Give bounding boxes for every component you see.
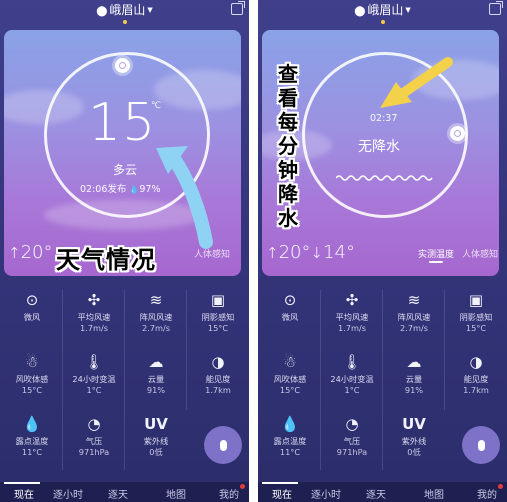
nav-hourly[interactable]: 逐小时 [44,486,92,501]
location-selector[interactable]: ⬤ 峨眉山 ▼ [258,3,507,19]
header: ⬤ 峨眉山 ▼ [0,0,249,24]
metric-wind-chill[interactable]: ☃ 风吹体感 15°C [262,352,318,396]
metric-cloud-cover[interactable]: ☁ 云量 91% [128,352,184,396]
voice-button[interactable] [462,426,500,464]
metric-24h-change[interactable]: 🌡 24小时变温 1°C [324,352,380,396]
metric-pressure[interactable]: ◔ 气压 971hPa [324,414,380,458]
notification-badge [240,484,245,489]
nav-now[interactable]: 现在 [258,486,306,501]
metric-cloud-cover[interactable]: ☁ 云量 91% [386,352,442,396]
dial-knob[interactable] [450,126,465,141]
metric-avg-wind[interactable]: ✣ 平均风速 1.7m/s [324,290,380,334]
temperature-unit: ℃ [151,101,162,111]
metric-gust[interactable]: ≋ 阵风风速 2.7m/s [128,290,184,334]
location-name: 峨眉山 [367,3,404,17]
high-low-temperature: ↑20°↓14° [266,242,355,263]
tab-body-feel[interactable]: 人体感知 [462,247,498,260]
tab-measured-temp[interactable]: 实测温度 [418,247,454,260]
uv-icon: UV [144,415,168,433]
page-indicator-dot [122,20,127,24]
bottom-nav: 现在 逐小时 逐天 地图 我的 [258,482,507,502]
weather-condition: 多云 [113,163,138,177]
compass-icon: ⊙ [25,291,39,309]
compass-icon: ⊙ [283,291,297,309]
metric-24h-change[interactable]: 🌡 24小时变温 1°C [66,352,122,396]
wind-icon: ≋ [149,291,163,309]
fan-icon: ✣ [345,291,359,309]
shade-icon: ▣ [468,291,484,309]
metric-dew-point[interactable]: 💧 露点温度 11°C [262,414,318,458]
precipitation-status: 无降水 [358,139,400,155]
metric-shade-feel[interactable]: ▣ 阴影感知 15°C [448,290,504,334]
microphone-icon [477,439,485,451]
metric-visibility[interactable]: ◑ 能见度 1.7km [448,352,504,396]
nav-map[interactable]: 地图 [152,486,200,501]
publish-time: 02:06发布 [80,184,127,195]
metric-gust[interactable]: ≋ 阵风风速 2.7m/s [386,290,442,334]
blue-annotation-arrow [156,146,213,249]
share-icon[interactable] [489,1,503,15]
annotation-minute-precipitation: 查 看 每 分 钟 降 水 [278,62,298,230]
current-temperature: 15 [88,93,157,153]
dial-knob[interactable] [115,58,130,73]
microphone-icon [219,439,227,451]
location-pin-icon: ⬤ [96,6,108,17]
publish-info: 02:06发布 💧97% [80,181,160,195]
chevron-down-icon: ▼ [147,6,153,14]
voice-button[interactable] [204,426,242,464]
nav-map[interactable]: 地图 [410,486,458,501]
humidity-drop-icon: 💧 [129,185,140,194]
person-wind-icon: ☃ [283,353,297,371]
nav-daily[interactable]: 逐天 [94,486,142,501]
nav-hourly[interactable]: 逐小时 [302,486,350,501]
gauge-icon: ◔ [87,415,101,433]
wind-icon: ≋ [407,291,421,309]
dew-drop-icon: 💧 [280,415,300,433]
cloud-icon: ☁ [406,353,422,371]
notification-badge [498,484,503,489]
metric-dew-point[interactable]: 💧 露点温度 11°C [4,414,60,458]
uv-icon: UV [402,415,426,433]
dew-drop-icon: 💧 [22,415,42,433]
metric-wind-level[interactable]: ⊙ 微风 [4,290,60,323]
nav-daily[interactable]: 逐天 [352,486,400,501]
chevron-down-icon: ▼ [405,6,411,14]
visibility-icon: ◑ [211,353,225,371]
gauge-icon: ◔ [345,415,359,433]
thermometer-icon: 🌡 [84,353,104,371]
location-pin-icon: ⬤ [354,6,366,17]
left-weather-screen: ⬤ 峨眉山 ▼ 15 ℃ 多云 02:06发布 💧97% ↑20° ↓ 人体感知 天气… [0,0,249,502]
precipitation-wave [336,175,433,181]
metric-pressure[interactable]: ◔ 气压 971hPa [66,414,122,458]
person-wind-icon: ☃ [25,353,39,371]
metric-wind-level[interactable]: ⊙ 微风 [262,290,318,323]
thermometer-icon: 🌡 [342,353,362,371]
bottom-nav: 现在 逐小时 逐天 地图 我的 [0,482,249,502]
visibility-icon: ◑ [469,353,483,371]
metric-wind-chill[interactable]: ☃ 风吹体感 15°C [4,352,60,396]
annotation-weather-status: 天气情况 [56,246,156,274]
down-arrow-icon: ↓ [310,244,324,262]
up-arrow-icon: ↑ [266,244,279,262]
metric-avg-wind[interactable]: ✣ 平均风速 1.7m/s [66,290,122,334]
page-indicator-dot [380,20,385,24]
high-temperature: 20° [20,242,53,263]
metric-visibility[interactable]: ◑ 能见度 1.7km [190,352,246,396]
metric-uv[interactable]: UV 紫外线 0低 [386,414,442,458]
nav-now[interactable]: 现在 [0,486,48,501]
metric-uv[interactable]: UV 紫外线 0低 [128,414,184,458]
shade-icon: ▣ [210,291,226,309]
location-selector[interactable]: ⬤ 峨眉山 ▼ [0,3,249,19]
up-arrow-icon: ↑ [8,244,21,262]
share-icon[interactable] [231,1,245,15]
location-name: 峨眉山 [109,3,146,17]
metric-shade-feel[interactable]: ▣ 阴影感知 15°C [190,290,246,334]
header: ⬤ 峨眉山 ▼ [258,0,507,24]
right-weather-screen: ⬤ 峨眉山 ▼ 02:37 无降水 ↑20°↓14° 实测温度 人体感知 查 看 每… [258,0,507,502]
fan-icon: ✣ [87,291,101,309]
cloud-icon: ☁ [148,353,164,371]
yellow-annotation-arrow [380,57,453,108]
